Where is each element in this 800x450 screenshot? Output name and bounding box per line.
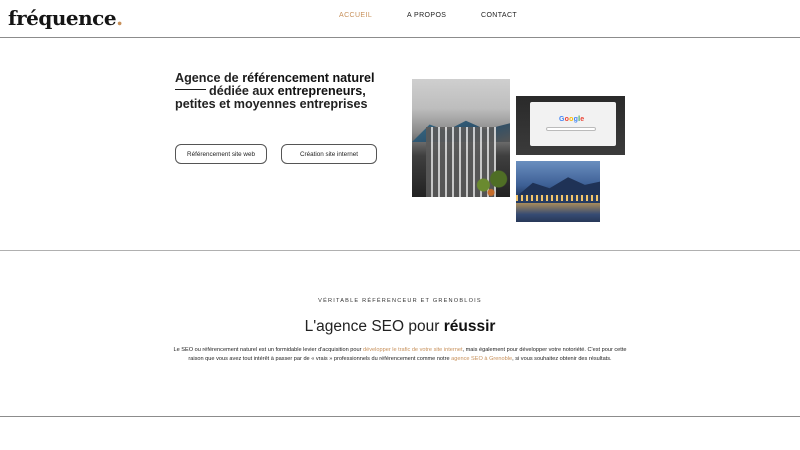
google-laptop-photo: Google (516, 96, 625, 155)
google-wordmark: Google (559, 116, 584, 123)
laptop-screen (530, 102, 616, 146)
night-lake-photo (516, 161, 600, 222)
about-section: VÉRITABLE RÉFÉRENCEUR ET GRENOBLOIS L'ag… (0, 251, 800, 417)
hero-title-prefix-2: dédiée aux (209, 84, 278, 98)
google-letter-e: e (580, 116, 585, 123)
title-dash (175, 88, 206, 91)
section-eyebrow: VÉRITABLE RÉFÉRENCEUR ET GRENOBLOIS (318, 298, 482, 304)
nav-item-contact[interactable]: CONTACT (481, 12, 517, 19)
creation-site-internet-button[interactable]: Création site internet (281, 144, 377, 164)
section-title: L'agence SEO pour réussir (0, 318, 800, 336)
nav-item-accueil[interactable]: ACCUEIL (339, 12, 372, 19)
section-title-bold: réussir (443, 318, 496, 335)
seo-intro-paragraph: Le SEO ou référencement naturel est un f… (170, 346, 630, 364)
section-title-prefix: L'agence SEO pour (304, 318, 444, 335)
hero-title-prefix-1: Agence de (175, 71, 243, 85)
grenoble-city-photo (412, 79, 510, 197)
agence-seo-grenoble-link[interactable]: agence SEO à Grenoble (451, 356, 512, 362)
para-part-3: , si vous souhaitez obtenir des résultat… (512, 356, 612, 362)
main-nav: ACCUEIL A PROPOS CONTACT (0, 12, 800, 26)
city-trees-shape (472, 167, 510, 197)
lake-city-lights (516, 195, 600, 201)
hero-title-bold-2: entrepreneurs, (277, 84, 366, 98)
google-search-bar (546, 127, 596, 131)
nav-item-a-propos[interactable]: A PROPOS (407, 12, 446, 19)
hero-section: Agence de référencement naturel dédiée a… (0, 39, 800, 251)
lake-mountain-shape (516, 177, 600, 197)
developper-trafic-link[interactable]: développer le trafic de votre site inter… (363, 347, 463, 353)
para-part-1: Le SEO ou référencement naturel est un f… (173, 347, 363, 353)
hero-title: Agence de référencement naturel dédiée a… (175, 72, 405, 111)
hero-title-bold-1: référencement naturel (242, 71, 375, 85)
lake-reflection (516, 203, 600, 222)
hero-title-line-3: petites et moyennes entreprises (175, 97, 368, 111)
site-header: fréquence. ACCUEIL A PROPOS CONTACT (0, 0, 800, 38)
referencement-site-web-button[interactable]: Référencement site web (175, 144, 267, 164)
